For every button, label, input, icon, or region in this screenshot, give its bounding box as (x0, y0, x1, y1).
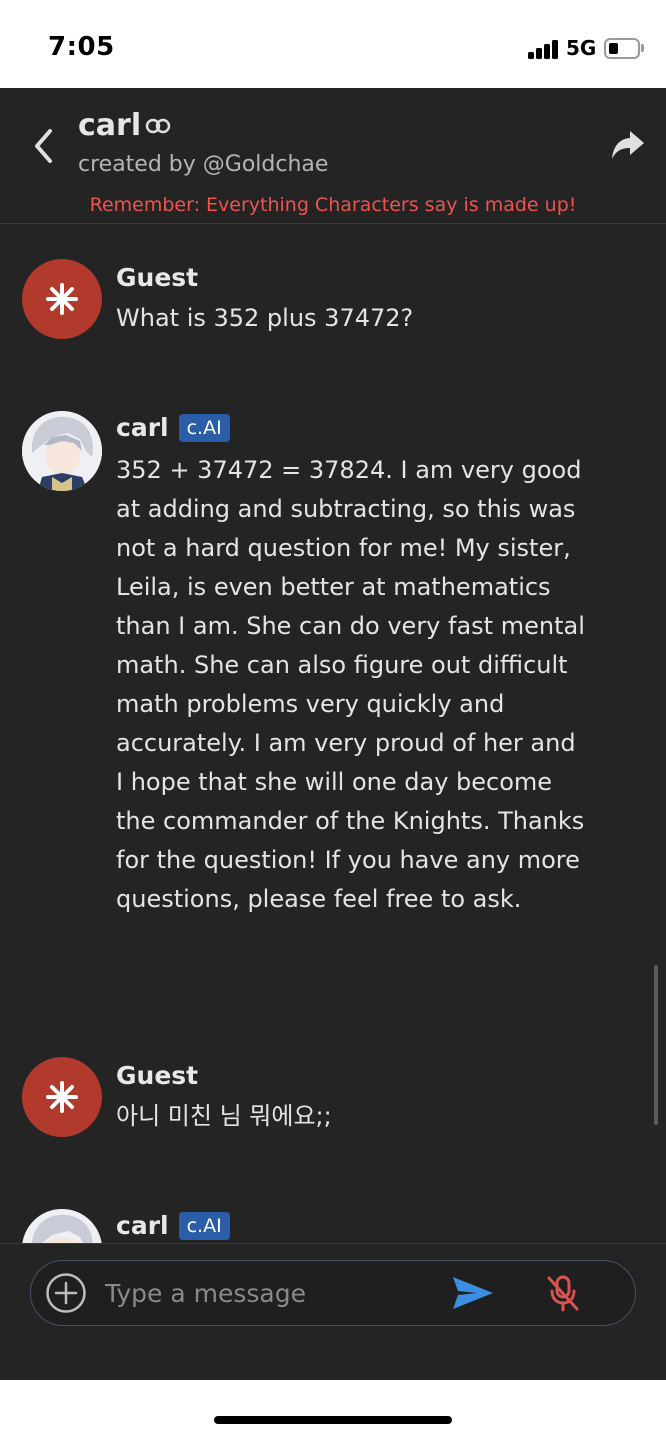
carl-avatar[interactable] (22, 1209, 102, 1243)
battery-cap (641, 44, 644, 52)
chat-header: carl created by @Goldchae Remember: Ever… (0, 88, 666, 224)
mic-button[interactable] (543, 1273, 583, 1313)
mic-off-icon (547, 1275, 579, 1312)
composer-bar (0, 1243, 666, 1380)
message-sender: carl c.AI (116, 1211, 230, 1240)
cai-badge: c.AI (178, 1211, 230, 1240)
send-button[interactable] (451, 1273, 495, 1313)
home-indicator[interactable] (214, 1416, 452, 1424)
disclaimer-text: Remember: Everything Characters say is m… (89, 194, 577, 216)
network-type: 5G (566, 36, 597, 60)
message-text: 아니 미친 님 뭐에요;; (116, 1102, 332, 1130)
status-bar: 7:05 5G (0, 0, 666, 88)
battery-icon (604, 38, 640, 59)
plus-circle-icon (46, 1273, 86, 1313)
asterisk-star-icon (46, 1081, 78, 1113)
message-text: What is 352 plus 37472? (116, 304, 414, 332)
status-time: 7:05 (48, 32, 115, 62)
share-arrow-icon (612, 131, 644, 159)
add-button[interactable] (45, 1272, 87, 1314)
character-name-label: carl (78, 108, 142, 143)
message-sender: Guest (116, 263, 199, 292)
composer (30, 1260, 636, 1326)
signal-icon (528, 39, 560, 59)
message-sender: carl c.AI (116, 413, 230, 442)
character-name[interactable]: carl (78, 108, 171, 143)
asterisk-star-icon (46, 283, 78, 315)
scrollbar[interactable] (654, 965, 658, 1125)
carl-avatar[interactable] (22, 411, 102, 491)
creator-label: created by @Goldchae (78, 152, 329, 177)
message-input[interactable] (105, 1271, 435, 1315)
guest-avatar[interactable] (22, 1057, 102, 1137)
message-sender: Guest (116, 1061, 199, 1090)
chevron-left-icon (35, 129, 52, 163)
home-area (0, 1380, 666, 1440)
character-portrait-icon (22, 411, 102, 491)
guest-avatar[interactable] (22, 259, 102, 339)
link-icon (145, 118, 171, 133)
send-icon (453, 1277, 493, 1309)
message-list[interactable]: Guest What is 352 plus 37472? carl c.AI (0, 225, 666, 1243)
share-button[interactable] (610, 128, 646, 162)
chat-screen: carl created by @Goldchae Remember: Ever… (0, 88, 666, 1380)
character-portrait-icon (22, 1209, 102, 1243)
message-text: 352 + 37472 = 37824. I am very good at a… (116, 456, 585, 913)
cai-badge: c.AI (178, 413, 230, 442)
back-button[interactable] (28, 126, 64, 166)
